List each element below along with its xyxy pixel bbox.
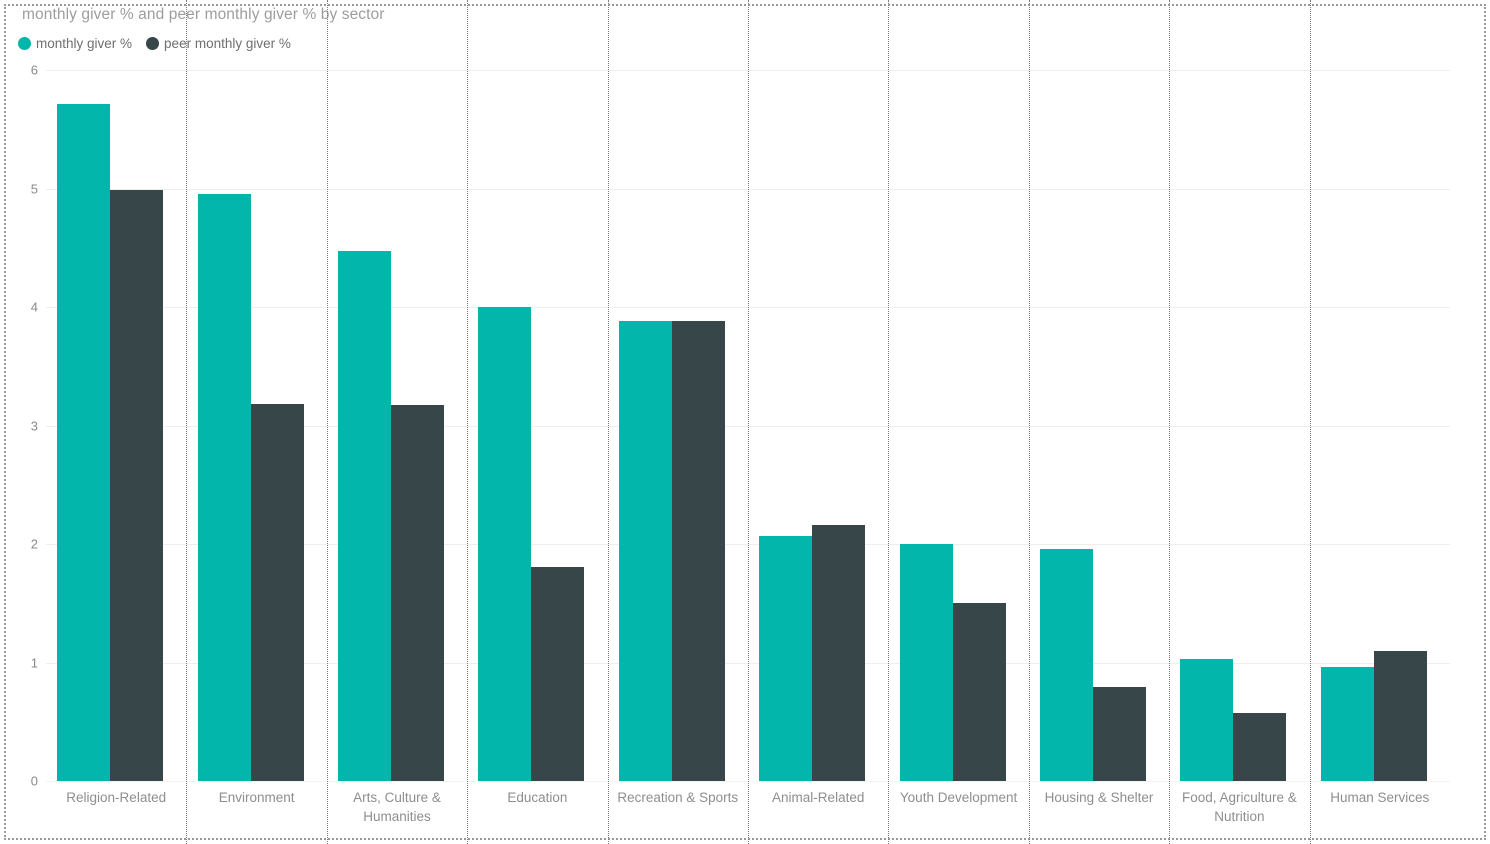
bar[interactable]	[390, 405, 444, 781]
y-axis-tick-label: 1	[30, 655, 38, 670]
bar-group	[186, 60, 326, 784]
bar[interactable]	[57, 104, 111, 781]
bar[interactable]	[531, 566, 585, 781]
bar[interactable]	[1180, 658, 1234, 781]
x-axis-label: Education	[507, 790, 568, 805]
plot-area: 0 1 2 3 4 5 6	[31, 0, 1450, 844]
x-axis-labels: Religion-Related Environment Arts, Culture…	[46, 788, 1450, 842]
chart-legend[interactable]: monthly giver % peer monthly giver %	[18, 36, 291, 51]
bar-group	[327, 60, 467, 784]
y-axis-tick-label: 5	[30, 181, 38, 196]
x-axis-label: Recreation & Sports	[617, 790, 739, 805]
x-axis-label: Religion-Related	[66, 790, 167, 805]
bar[interactable]	[1092, 687, 1146, 781]
x-axis-label: Youth Development	[899, 790, 1018, 805]
bar[interactable]	[899, 544, 953, 781]
bar-group	[467, 60, 607, 784]
bar[interactable]	[618, 321, 672, 781]
x-axis-label: Housing & Shelter	[1044, 790, 1154, 805]
x-axis-label: Animal-Related	[772, 790, 865, 805]
bar[interactable]	[812, 525, 866, 781]
y-axis-tick-label: 3	[30, 418, 38, 433]
x-axis-label: Human Services	[1330, 790, 1430, 805]
bar[interactable]	[337, 251, 391, 781]
bar[interactable]	[197, 194, 251, 781]
circle-marker-icon	[146, 37, 160, 50]
bar[interactable]	[1373, 650, 1427, 781]
bar-group	[1029, 60, 1169, 784]
bar[interactable]	[1320, 667, 1374, 781]
bar[interactable]	[759, 535, 813, 781]
x-axis-label: Environment	[218, 790, 295, 805]
y-axis-tick-label: 0	[30, 773, 38, 789]
y-axis-tick-label: 4	[30, 299, 38, 315]
legend-item-label: peer monthly giver %	[164, 36, 291, 51]
bar-group	[888, 60, 1028, 784]
bar-group	[608, 60, 748, 784]
x-axis-label: Food, Agriculture & Nutrition	[1181, 790, 1297, 824]
bar-chart-visual[interactable]: monthly giver % and peer monthly giver %…	[0, 0, 1490, 844]
bar[interactable]	[1039, 548, 1093, 781]
bar-group	[1169, 60, 1309, 784]
bars-layer[interactable]	[46, 60, 1450, 784]
page-title: monthly giver % and peer monthly giver %…	[22, 6, 385, 23]
bar[interactable]	[952, 603, 1006, 781]
y-axis-tick-label: 2	[30, 536, 38, 552]
circle-marker-icon	[18, 37, 31, 50]
bar-group	[1310, 60, 1450, 784]
bar-group	[748, 60, 888, 784]
legend-item[interactable]: monthly giver %	[18, 36, 132, 51]
legend-item-label: monthly giver %	[36, 36, 133, 51]
bar[interactable]	[671, 321, 725, 781]
y-axis-tick-label: 6	[30, 62, 38, 78]
legend-item[interactable]: peer monthly giver %	[146, 36, 291, 51]
bar[interactable]	[1233, 713, 1287, 781]
bar[interactable]	[110, 189, 164, 781]
bar[interactable]	[478, 307, 532, 781]
x-axis-label: Arts, Culture & Humanities	[353, 790, 441, 824]
bar[interactable]	[250, 404, 304, 781]
bar-group	[46, 60, 186, 784]
